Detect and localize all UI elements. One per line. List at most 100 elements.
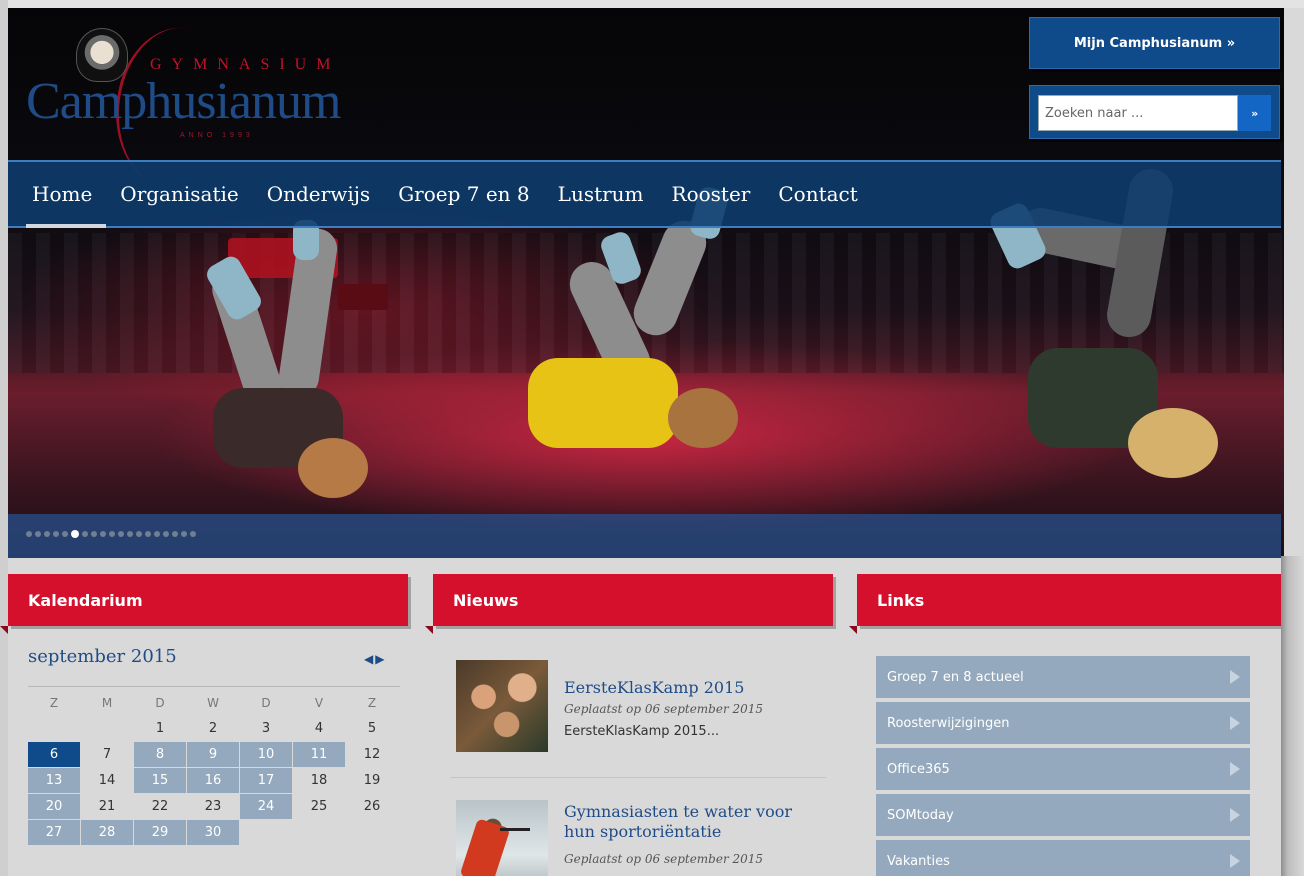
- nav-item-onderwijs[interactable]: Onderwijs: [253, 162, 384, 226]
- news-thumbnail[interactable]: [456, 800, 548, 876]
- calendar-day: 19: [363, 773, 381, 788]
- calendar-day[interactable]: 6: [28, 742, 80, 767]
- calendar-day[interactable]: 8: [134, 742, 186, 767]
- news-item[interactable]: Gymnasiasten te water voor hun sportorië…: [456, 800, 826, 876]
- search-submit-button[interactable]: »: [1238, 95, 1271, 131]
- nav-item-groep-7-en-8[interactable]: Groep 7 en 8: [384, 162, 543, 226]
- calendar-day[interactable]: 17: [240, 768, 292, 793]
- slider-dot[interactable]: [154, 531, 160, 537]
- slider-dot[interactable]: [71, 530, 79, 538]
- calendar-day[interactable]: 15: [134, 768, 186, 793]
- main-navigation: Home Organisatie Onderwijs Groep 7 en 8 …: [8, 160, 1281, 228]
- page-top-border: [0, 0, 1304, 8]
- slider-dot[interactable]: [91, 531, 97, 537]
- calendar-next-icon[interactable]: ▶: [375, 652, 386, 666]
- links-item[interactable]: Office365: [876, 748, 1250, 790]
- slider-dot[interactable]: [44, 531, 50, 537]
- calendar-day[interactable]: 11: [293, 742, 345, 767]
- arrow-right-icon: [1230, 808, 1240, 822]
- news-thumbnail[interactable]: [456, 660, 548, 752]
- calendar-divider: [28, 686, 400, 687]
- news-date: Geplaatst op 06 september 2015: [564, 852, 764, 866]
- calendar-day[interactable]: 13: [28, 768, 80, 793]
- calendar-weekday: M: [101, 695, 113, 710]
- calendar-day[interactable]: 29: [134, 820, 186, 845]
- calendar-day: 1: [155, 721, 165, 736]
- news-item[interactable]: EersteKlasKamp 2015 Geplaatst op 06 sept…: [456, 660, 826, 760]
- slider-dot[interactable]: [163, 531, 169, 537]
- news-title[interactable]: Gymnasiasten te water voor hun sportorië…: [564, 802, 826, 842]
- links-item-label: SOMtoday: [887, 807, 954, 823]
- slider-dot[interactable]: [136, 531, 142, 537]
- links-item-label: Roosterwijzigingen: [887, 715, 1010, 731]
- news-divider: [450, 777, 826, 778]
- nav-item-home[interactable]: Home: [18, 162, 107, 228]
- calendar-day: 7: [102, 747, 112, 762]
- calendar-day: 21: [98, 799, 116, 814]
- calendar-day: 18: [310, 773, 328, 788]
- calendar-empty-cell: [28, 716, 80, 741]
- kalendarium-heading: Kalendarium: [0, 574, 408, 634]
- slider-pagination-bar: [8, 514, 1281, 558]
- calendar-prev-icon[interactable]: ◀: [364, 652, 375, 666]
- mijn-camphusianum-button[interactable]: Mijn Camphusianum »: [1029, 17, 1280, 69]
- calendar-empty-cell: [293, 820, 345, 845]
- calendar-day[interactable]: 24: [240, 794, 292, 819]
- slider-dot[interactable]: [172, 531, 178, 537]
- slider-dot[interactable]: [62, 531, 68, 537]
- links-heading: Links: [849, 574, 1281, 634]
- nav-item-organisatie[interactable]: Organisatie: [106, 162, 252, 226]
- slider-dot[interactable]: [109, 531, 115, 537]
- slider-dot[interactable]: [145, 531, 151, 537]
- logo-main-text: Camphusianum: [26, 73, 341, 130]
- calendar-day[interactable]: 10: [240, 742, 292, 767]
- calendar-day: 23: [204, 799, 222, 814]
- slider-dot[interactable]: [35, 531, 41, 537]
- calendar-day[interactable]: 20: [28, 794, 80, 819]
- slider-dot[interactable]: [181, 531, 187, 537]
- calendar-month-title: september 2015: [28, 646, 177, 667]
- calendar-day[interactable]: 28: [81, 820, 133, 845]
- slider-dot[interactable]: [82, 531, 88, 537]
- calendar-day[interactable]: 16: [187, 768, 239, 793]
- calendar-weekday: D: [155, 695, 165, 710]
- news-date: Geplaatst op 06 september 2015: [564, 702, 764, 716]
- slider-dot[interactable]: [26, 531, 32, 537]
- calendar-day: 2: [208, 721, 218, 736]
- calendar-day[interactable]: 30: [187, 820, 239, 845]
- calendar-day: 22: [151, 799, 169, 814]
- calendar-day[interactable]: 9: [187, 742, 239, 767]
- page-right-shadow: [1281, 556, 1304, 876]
- calendar-day: 4: [314, 721, 324, 736]
- news-title[interactable]: EersteKlasKamp 2015: [564, 678, 744, 698]
- calendar-empty-cell: [81, 716, 133, 741]
- site-logo[interactable]: GYMNASIUM Camphusianum ANNO 1993: [22, 17, 342, 199]
- slider-dot[interactable]: [100, 531, 106, 537]
- nav-item-rooster[interactable]: Rooster: [658, 162, 765, 226]
- calendar-nav-arrows[interactable]: ◀▶: [364, 652, 386, 666]
- calendar-weekday: W: [207, 695, 219, 710]
- nav-item-contact[interactable]: Contact: [764, 162, 871, 226]
- page-left-border: [0, 0, 8, 876]
- links-item[interactable]: Roosterwijzigingen: [876, 702, 1250, 744]
- links-item-label: Vakanties: [887, 853, 950, 869]
- slider-dot[interactable]: [127, 531, 133, 537]
- nav-item-lustrum[interactable]: Lustrum: [544, 162, 658, 226]
- calendar-week-row: 13 14 15 16 17 18 19: [28, 768, 400, 793]
- calendar-weekday: Z: [49, 695, 59, 710]
- links-item[interactable]: Vakanties: [876, 840, 1250, 876]
- dancer-left: [188, 220, 418, 518]
- calendar-day[interactable]: 27: [28, 820, 80, 845]
- slider-dot[interactable]: [190, 531, 196, 537]
- calendar-day: 3: [261, 721, 271, 736]
- links-item[interactable]: SOMtoday: [876, 794, 1250, 836]
- arrow-right-icon: [1230, 854, 1240, 868]
- search-input[interactable]: [1038, 95, 1239, 131]
- links-item[interactable]: Groep 7 en 8 actueel: [876, 656, 1250, 698]
- news-excerpt: EersteKlasKamp 2015...: [564, 724, 720, 739]
- slider-dot[interactable]: [118, 531, 124, 537]
- calendar-weekday: V: [314, 695, 324, 710]
- search-box: »: [1029, 85, 1280, 139]
- logo-sub-text: ANNO 1993: [180, 132, 254, 139]
- slider-dot[interactable]: [53, 531, 59, 537]
